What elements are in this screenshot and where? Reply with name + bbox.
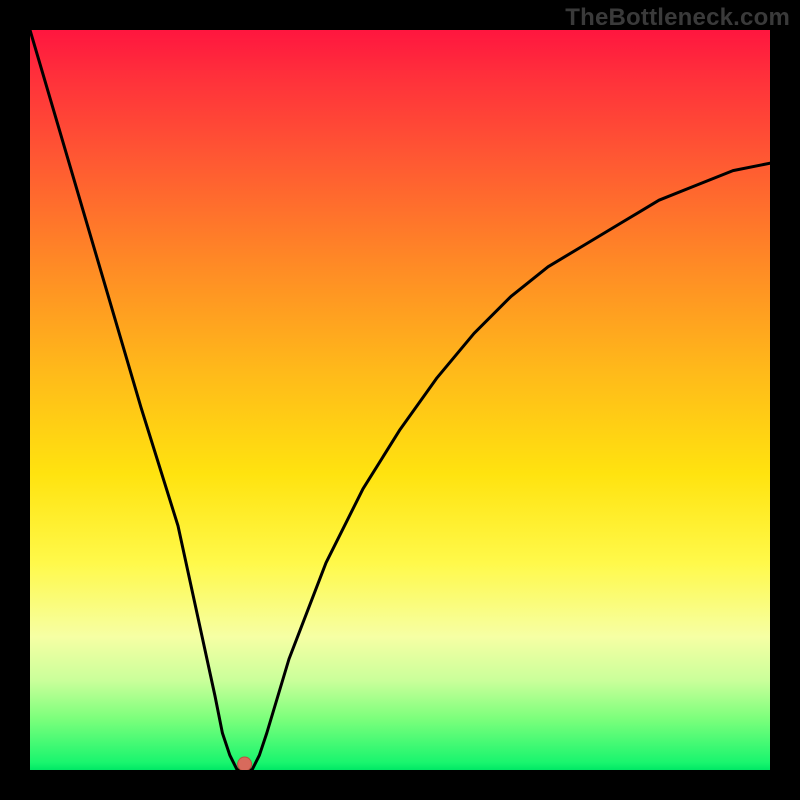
current-point-marker	[238, 757, 252, 770]
bottleneck-curve-path	[30, 30, 770, 770]
chart-frame: TheBottleneck.com	[0, 0, 800, 800]
watermark-text: TheBottleneck.com	[565, 4, 790, 32]
plot-area	[30, 30, 770, 770]
curve-svg	[30, 30, 770, 770]
